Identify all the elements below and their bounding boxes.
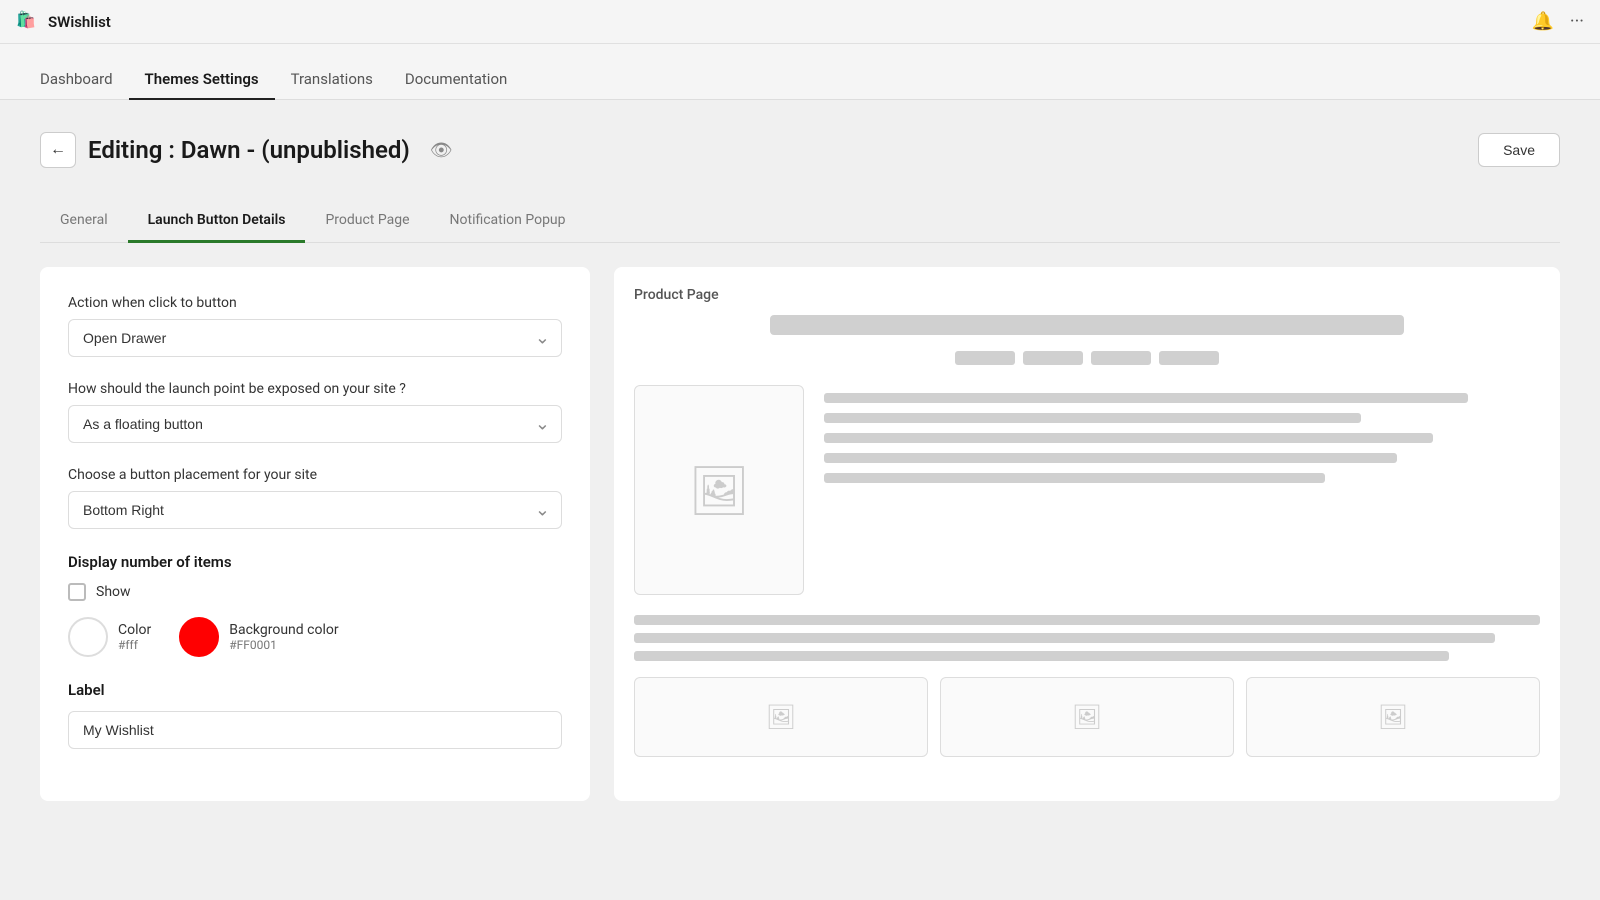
preview-detail-line-2 (824, 413, 1361, 423)
preview-grid-icon-3: 🖼 (1378, 703, 1408, 731)
preview-grid-icon-1: 🖼 (766, 703, 796, 731)
placement-select[interactable]: Bottom Right (68, 491, 562, 529)
bg-color-item: Background color #FF0001 (179, 617, 338, 657)
placement-group: Choose a button placement for your site … (68, 467, 562, 529)
display-items-group: Display number of items Show Color #fff (68, 553, 562, 657)
sub-tabs: General Launch Button Details Product Pa… (40, 200, 1560, 243)
sub-tab-general[interactable]: General (40, 200, 128, 243)
preview-product-image: 🖼 (634, 385, 804, 595)
show-checkbox[interactable] (68, 583, 86, 601)
titlebar-left: 🛍️ SWishlist (16, 10, 111, 34)
exposure-select-wrapper: As a floating button ⌄ (68, 405, 562, 443)
preview-nav-item-4 (1159, 351, 1219, 365)
preview-product-details (824, 385, 1540, 595)
header-row: ← Editing : Dawn - (unpublished) 👁 Save (40, 132, 1560, 168)
label-group: Label (68, 681, 562, 749)
preview-detail-line-4 (824, 453, 1397, 463)
bg-color-swatch[interactable] (179, 617, 219, 657)
preview-grid-item-3: 🖼 (1246, 677, 1540, 757)
preview-nav-item-1 (955, 351, 1015, 365)
action-label: Action when click to button (68, 295, 562, 311)
action-select[interactable]: Open Drawer (68, 319, 562, 357)
bg-color-hex: #FF0001 (229, 638, 338, 652)
notification-icon[interactable]: 🔔 (1531, 11, 1553, 32)
preview-detail-line-1 (824, 393, 1468, 403)
preview-grid-item-1: 🖼 (634, 677, 928, 757)
exposure-label: How should the launch point be exposed o… (68, 381, 562, 397)
preview-nav-item-2 (1023, 351, 1083, 365)
app-title: SWishlist (48, 13, 111, 31)
bg-color-title: Background color (229, 622, 338, 638)
action-select-wrapper: Open Drawer ⌄ (68, 319, 562, 357)
placement-label: Choose a button placement for your site (68, 467, 562, 483)
sub-tab-launch-button-details[interactable]: Launch Button Details (128, 200, 306, 243)
header-left: ← Editing : Dawn - (unpublished) 👁 (40, 132, 453, 168)
show-label: Show (96, 584, 131, 600)
left-panel: Action when click to button Open Drawer … (40, 267, 590, 801)
save-button[interactable]: Save (1478, 133, 1560, 167)
color-row: Color #fff Background color #FF0001 (68, 617, 562, 657)
preview-product: 🖼 (634, 385, 1540, 595)
action-group: Action when click to button Open Drawer … (68, 295, 562, 357)
two-col-layout: Action when click to button Open Drawer … (40, 267, 1560, 801)
titlebar-right: 🔔 ··· (1531, 11, 1584, 32)
nav-tab-dashboard[interactable]: Dashboard (24, 60, 129, 100)
preview-image-icon: 🖼 (689, 462, 750, 519)
color-swatch[interactable] (68, 617, 108, 657)
nav-tab-documentation[interactable]: Documentation (389, 60, 523, 100)
nav-tabs: Dashboard Themes Settings Translations D… (0, 44, 1600, 100)
right-panel: Product Page 🖼 (614, 267, 1560, 801)
app-icon: 🛍️ (16, 10, 40, 34)
color-info: Color #fff (118, 622, 151, 652)
show-checkbox-row: Show (68, 583, 562, 601)
preview-bottom-line-1 (634, 615, 1540, 625)
color-title: Color (118, 622, 151, 638)
display-items-label: Display number of items (68, 553, 562, 571)
preview-grid-icon-2: 🖼 (1072, 703, 1102, 731)
titlebar: 🛍️ SWishlist 🔔 ··· (0, 0, 1600, 44)
bg-color-info: Background color #FF0001 (229, 622, 338, 652)
exposure-group: How should the launch point be exposed o… (68, 381, 562, 443)
label-input[interactable] (68, 711, 562, 749)
back-button[interactable]: ← (40, 132, 76, 168)
nav-tab-themes-settings[interactable]: Themes Settings (129, 60, 275, 100)
more-icon[interactable]: ··· (1570, 11, 1584, 32)
preview-grid: 🖼 🖼 🖼 (634, 677, 1540, 757)
editing-title: Editing : Dawn - (unpublished) (88, 136, 410, 164)
preview-nav (634, 351, 1540, 365)
preview-page-label: Product Page (634, 287, 1540, 303)
main-content: ← Editing : Dawn - (unpublished) 👁 Save … (0, 100, 1600, 900)
color-item: Color #fff (68, 617, 151, 657)
preview-nav-item-3 (1091, 351, 1151, 365)
nav-tab-translations[interactable]: Translations (275, 60, 389, 100)
eye-icon[interactable]: 👁 (430, 140, 453, 161)
preview-detail-line-5 (824, 473, 1325, 483)
color-hex: #fff (118, 638, 151, 652)
sub-tab-notification-popup[interactable]: Notification Popup (430, 200, 586, 243)
preview-bottom-lines (634, 615, 1540, 661)
preview-header-bar (770, 315, 1404, 335)
preview-bottom-line-2 (634, 633, 1495, 643)
label-section-title: Label (68, 681, 562, 699)
exposure-select[interactable]: As a floating button (68, 405, 562, 443)
preview-detail-line-3 (824, 433, 1433, 443)
preview-bottom-line-3 (634, 651, 1449, 661)
preview-grid-item-2: 🖼 (940, 677, 1234, 757)
sub-tab-product-page[interactable]: Product Page (305, 200, 429, 243)
placement-select-wrapper: Bottom Right ⌄ (68, 491, 562, 529)
